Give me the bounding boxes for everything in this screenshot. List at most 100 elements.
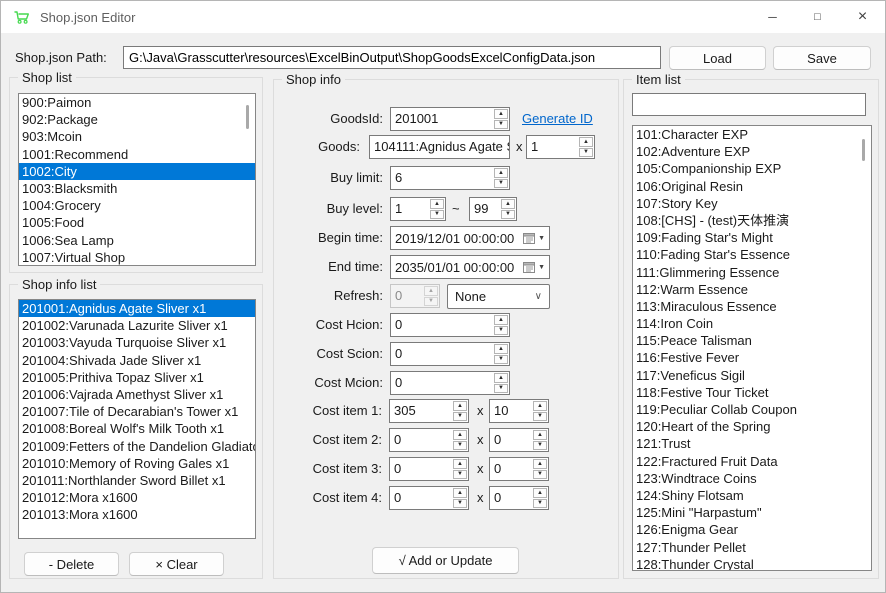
spin-down-icon[interactable]: ▼ (494, 120, 508, 130)
cost-item-4-id-spinner[interactable]: 0▲▼ (389, 486, 469, 510)
cost-item-1-id-spinner[interactable]: 305▲▼ (389, 399, 469, 423)
clear-button[interactable]: × Clear (129, 552, 224, 576)
list-item[interactable]: 900:Paimon (19, 94, 255, 111)
maximize-button[interactable]: □ (795, 1, 840, 33)
list-item[interactable]: 116:Festive Fever (633, 349, 871, 366)
spin-up-icon[interactable]: ▲ (453, 459, 467, 469)
spin-up-icon[interactable]: ▲ (494, 373, 508, 383)
list-item[interactable]: 117:Veneficus Sigil (633, 367, 871, 384)
spin-up-icon[interactable]: ▲ (494, 315, 508, 325)
spin-up-icon[interactable]: ▲ (494, 109, 508, 119)
list-item[interactable]: 201007:Tile of Decarabian's Tower x1 (19, 403, 255, 420)
list-item[interactable]: 201006:Vajrada Amethyst Sliver x1 (19, 386, 255, 403)
buy-level-min-spinner[interactable]: 1▲▼ (390, 197, 446, 221)
list-item[interactable]: 201001:Agnidus Agate Sliver x1 (19, 300, 255, 317)
cost-hcion-spinner[interactable]: 0▲▼ (390, 313, 510, 337)
load-button[interactable]: Load (669, 46, 766, 70)
list-item[interactable]: 102:Adventure EXP (633, 143, 871, 160)
list-item[interactable]: 201009:Fetters of the Dandelion Gladiato (19, 438, 255, 455)
generate-id-link[interactable]: Generate ID (522, 107, 593, 131)
list-item[interactable]: 108:[CHS] - (test)天体推演 (633, 212, 871, 229)
list-item[interactable]: 123:Windtrace Coins (633, 470, 871, 487)
list-item[interactable]: 101:Character EXP (633, 126, 871, 143)
list-item[interactable]: 902:Package (19, 111, 255, 128)
spin-up-icon[interactable]: ▲ (453, 488, 467, 498)
list-item[interactable]: 201010:Memory of Roving Gales x1 (19, 455, 255, 472)
list-item[interactable]: 118:Festive Tour Ticket (633, 384, 871, 401)
list-item[interactable]: 1003:Blacksmith (19, 180, 255, 197)
spin-down-icon[interactable]: ▼ (494, 179, 508, 189)
cost-item-4-qty-spinner[interactable]: 0▲▼ (489, 486, 549, 510)
list-item[interactable]: 111:Glimmering Essence (633, 264, 871, 281)
list-item[interactable]: 124:Shiny Flotsam (633, 487, 871, 504)
list-item[interactable]: 201008:Boreal Wolf's Milk Tooth x1 (19, 420, 255, 437)
path-input[interactable] (123, 46, 661, 69)
spin-up-icon[interactable]: ▲ (494, 168, 508, 178)
spin-down-icon[interactable]: ▼ (533, 470, 547, 480)
spin-down-icon[interactable]: ▼ (533, 441, 547, 451)
list-item[interactable]: 126:Enigma Gear (633, 521, 871, 538)
list-item[interactable]: 127:Thunder Pellet (633, 539, 871, 556)
end-time-picker[interactable]: 2035/01/01 00:00:00 ▼ (390, 255, 550, 279)
list-item[interactable]: 110:Fading Star's Essence (633, 246, 871, 263)
list-item[interactable]: 113:Miraculous Essence (633, 298, 871, 315)
spin-down-icon[interactable]: ▼ (494, 355, 508, 365)
list-item[interactable]: 903:Mcoin (19, 128, 255, 145)
cost-item-1-qty-spinner[interactable]: 10▲▼ (489, 399, 549, 423)
spin-up-icon[interactable]: ▲ (533, 401, 547, 411)
list-item[interactable]: 112:Warm Essence (633, 281, 871, 298)
list-item[interactable]: 201005:Prithiva Topaz Sliver x1 (19, 369, 255, 386)
spin-up-icon[interactable]: ▲ (579, 137, 593, 147)
list-item[interactable]: 106:Original Resin (633, 178, 871, 195)
scrollbar-thumb[interactable] (246, 105, 249, 129)
list-item[interactable]: 201013:Mora x1600 (19, 506, 255, 523)
goodsid-spinner[interactable]: 201001▲▼ (390, 107, 510, 131)
list-item[interactable]: 122:Fractured Fruit Data (633, 453, 871, 470)
begin-time-picker[interactable]: 2019/12/01 00:00:00 ▼ (390, 226, 550, 250)
cost-mcion-spinner[interactable]: 0▲▼ (390, 371, 510, 395)
list-item[interactable]: 109:Fading Star's Might (633, 229, 871, 246)
cost-item-3-id-spinner[interactable]: 0▲▼ (389, 457, 469, 481)
spin-down-icon[interactable]: ▼ (453, 470, 467, 480)
cost-item-2-id-spinner[interactable]: 0▲▼ (389, 428, 469, 452)
spin-up-icon[interactable]: ▲ (533, 488, 547, 498)
spin-up-icon[interactable]: ▲ (430, 199, 444, 209)
list-item[interactable]: 125:Mini "Harpastum" (633, 504, 871, 521)
spin-down-icon[interactable]: ▼ (533, 499, 547, 509)
list-item[interactable]: 120:Heart of the Spring (633, 418, 871, 435)
add-or-update-button[interactable]: √ Add or Update (372, 547, 519, 574)
cost-item-2-qty-spinner[interactable]: 0▲▼ (489, 428, 549, 452)
spin-down-icon[interactable]: ▼ (494, 384, 508, 394)
spin-up-icon[interactable]: ▲ (501, 199, 515, 209)
spin-up-icon[interactable]: ▲ (424, 286, 438, 296)
spin-down-icon[interactable]: ▼ (453, 412, 467, 422)
list-item[interactable]: 201003:Vayuda Turquoise Sliver x1 (19, 334, 255, 351)
close-button[interactable]: × (840, 1, 885, 33)
minimize-button[interactable]: ─ (750, 1, 795, 33)
item-search-input[interactable] (632, 93, 866, 116)
chevron-down-icon[interactable]: ▼ (538, 235, 545, 242)
spin-up-icon[interactable]: ▲ (533, 430, 547, 440)
spin-down-icon[interactable]: ▼ (533, 412, 547, 422)
spin-down-icon[interactable]: ▼ (453, 499, 467, 509)
spin-up-icon[interactable]: ▲ (533, 459, 547, 469)
list-item[interactable]: 105:Companionship EXP (633, 160, 871, 177)
buy-limit-spinner[interactable]: 6▲▼ (390, 166, 510, 190)
spin-down-icon[interactable]: ▼ (453, 441, 467, 451)
goods-input[interactable]: 104111:Agnidus Agate S (369, 135, 510, 159)
spin-down-icon[interactable]: ▼ (424, 297, 438, 307)
list-item[interactable]: 201004:Shivada Jade Sliver x1 (19, 352, 255, 369)
list-item[interactable]: 201012:Mora x1600 (19, 489, 255, 506)
delete-button[interactable]: - Delete (24, 552, 119, 576)
buy-level-max-spinner[interactable]: 99▲▼ (469, 197, 517, 221)
list-item[interactable]: 121:Trust (633, 435, 871, 452)
list-item[interactable]: 1006:Sea Lamp (19, 232, 255, 249)
list-item[interactable]: 1007:Virtual Shop (19, 249, 255, 266)
list-item[interactable]: 1004:Grocery (19, 197, 255, 214)
save-button[interactable]: Save (773, 46, 871, 70)
list-item[interactable]: 1005:Food (19, 214, 255, 231)
scrollbar-thumb[interactable] (862, 139, 865, 161)
refresh-mode-select[interactable]: None ∨ (447, 284, 550, 309)
spin-up-icon[interactable]: ▲ (494, 344, 508, 354)
spin-up-icon[interactable]: ▲ (453, 430, 467, 440)
